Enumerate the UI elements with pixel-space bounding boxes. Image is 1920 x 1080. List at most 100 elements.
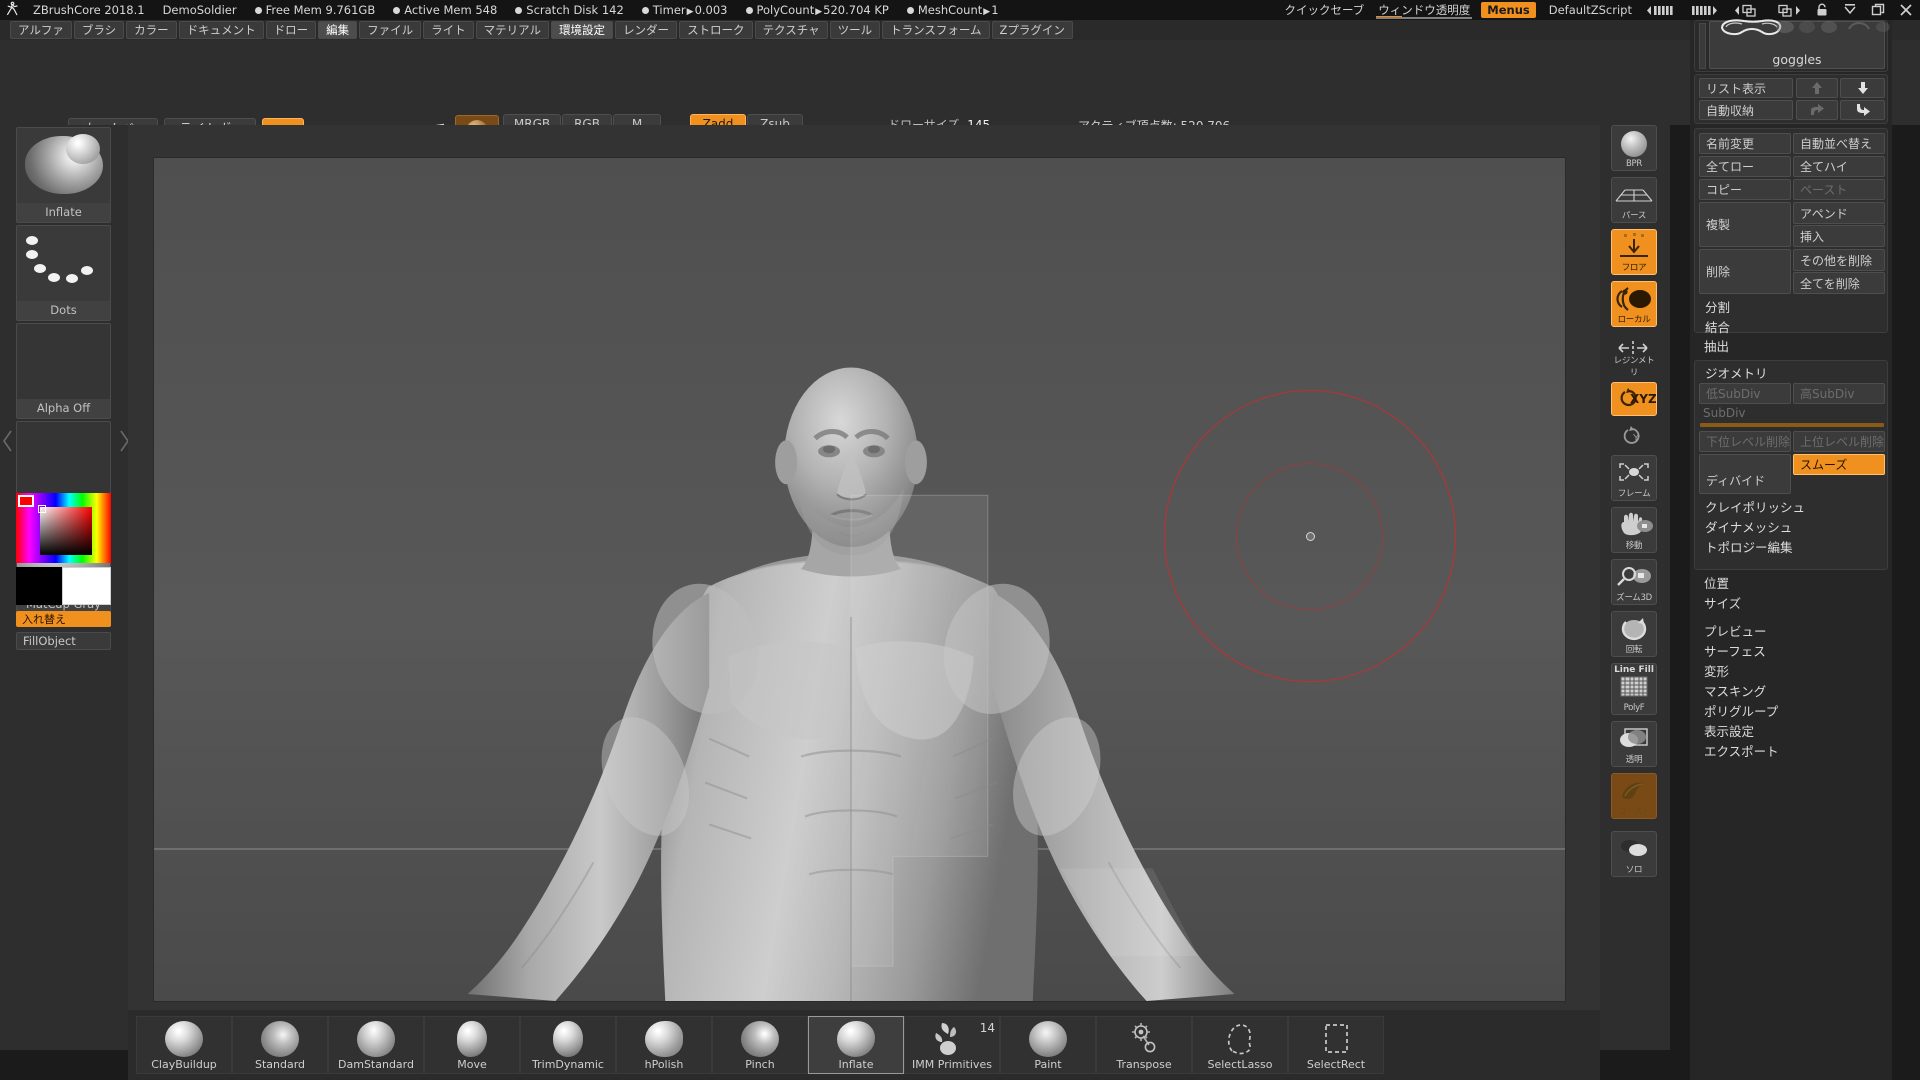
menu-texture[interactable]: テクスチャ — [754, 21, 828, 39]
window-transparency-slider[interactable]: ウィンドウ透明度 — [1372, 2, 1476, 19]
menus-toggle-button[interactable]: Menus — [1481, 2, 1536, 18]
brush-item-damstandard[interactable]: DamStandard — [328, 1016, 424, 1074]
merge-item[interactable]: 結合 — [1695, 316, 1887, 336]
edit-topology-item[interactable]: トポロジー編集 — [1695, 536, 1887, 556]
transparency-button[interactable]: 透明 — [1611, 721, 1657, 767]
surface-item[interactable]: サーフェス — [1694, 640, 1888, 660]
brush-item-paint[interactable]: Paint — [1000, 1016, 1096, 1074]
floor-grid-button[interactable]: フロア — [1611, 229, 1657, 275]
tertiary-color-swatch[interactable] — [62, 567, 111, 605]
brush-item-inflate[interactable]: Inflate — [808, 1016, 904, 1074]
list-view-button[interactable]: リスト表示 — [1699, 78, 1793, 98]
menu-zplugin[interactable]: Zプラグイン — [991, 21, 1073, 39]
next-subtool-icon[interactable] — [1768, 4, 1808, 17]
symmetry-button[interactable]: レジンメトリ — [1611, 333, 1657, 379]
menu-file[interactable]: ファイル — [359, 21, 422, 39]
solo-button[interactable]: ソロ — [1611, 831, 1657, 877]
left-tray-expand-arrow[interactable] — [3, 430, 12, 456]
zoom3d-button[interactable]: ズーム3D — [1611, 559, 1657, 605]
swap-colors-button[interactable]: 入れ替え — [16, 611, 111, 627]
brush-item-trimdynamic[interactable]: TrimDynamic — [520, 1016, 616, 1074]
masking-item[interactable]: マスキング — [1694, 680, 1888, 700]
copy-button[interactable]: コピー — [1699, 179, 1791, 200]
smooth-button[interactable]: スムーズ — [1793, 454, 1885, 475]
menu-draw[interactable]: ドロー — [265, 21, 317, 39]
move-up-button[interactable] — [1796, 78, 1838, 98]
delete-all-button[interactable]: 全てを削除 — [1793, 272, 1885, 294]
append-button[interactable]: アペンド — [1793, 202, 1885, 224]
move-down-button[interactable] — [1840, 78, 1885, 98]
color-gradient-area[interactable] — [40, 507, 92, 555]
brush-item-selectlasso[interactable]: SelectLasso — [1192, 1016, 1288, 1074]
auto-reorder-button[interactable]: 自動並べ替え — [1793, 133, 1885, 154]
delete-button[interactable]: 削除 — [1699, 249, 1791, 294]
subtool-scrollbar[interactable] — [1699, 23, 1706, 69]
all-low-button[interactable]: 全てロー — [1699, 156, 1791, 177]
move-out-button[interactable] — [1796, 100, 1838, 120]
deformation-item[interactable]: 変形 — [1694, 660, 1888, 680]
low-subdiv-button[interactable]: 低SubDiv — [1699, 383, 1791, 404]
brush-item-claybuildup[interactable]: ClayBuildup — [136, 1016, 232, 1074]
rotate-view-button[interactable]: 回転 — [1611, 611, 1657, 657]
split-item[interactable]: 分割 — [1695, 296, 1887, 316]
delete-lower-button[interactable]: 下位レベル削除 — [1699, 431, 1791, 452]
quicksave-button[interactable]: クイックセーブ — [1276, 2, 1372, 18]
clay-polish-item[interactable]: クレイポリッシュ — [1695, 496, 1887, 516]
perspective-button[interactable]: パース — [1611, 177, 1657, 223]
color-picker[interactable] — [16, 493, 111, 563]
shelf-left-icon[interactable] — [1640, 5, 1684, 16]
position-item[interactable]: 位置 — [1694, 572, 1888, 592]
menu-color[interactable]: カラー — [126, 21, 177, 39]
zscript-label[interactable]: DefaultZScript — [1541, 3, 1640, 17]
brush-item-selectrect[interactable]: SelectRect — [1288, 1016, 1384, 1074]
local-symmetry-button[interactable]: ローカル — [1611, 281, 1657, 327]
prev-subtool-icon[interactable] — [1728, 4, 1768, 17]
current-brush-button[interactable]: Inflate — [16, 127, 111, 223]
all-high-button[interactable]: 全てハイ — [1793, 156, 1885, 177]
current-alpha-button[interactable]: Alpha Off — [16, 323, 111, 419]
dynamesh-item[interactable]: ダイナメッシュ — [1695, 516, 1887, 536]
high-subdiv-button[interactable]: 高SubDiv — [1793, 383, 1885, 404]
rename-button[interactable]: 名前変更 — [1699, 133, 1791, 154]
move-view-button[interactable]: 移動 — [1611, 507, 1657, 553]
menu-transform[interactable]: トランスフォーム — [882, 21, 990, 39]
ghost-button[interactable]: ゴースト — [1611, 773, 1657, 819]
brush-item-hpolish[interactable]: hPolish — [616, 1016, 712, 1074]
delete-higher-button[interactable]: 上位レベル削除 — [1793, 431, 1885, 452]
document-canvas[interactable] — [153, 157, 1566, 1002]
brush-item-transpose[interactable]: Transpose — [1096, 1016, 1192, 1074]
move-in-button[interactable] — [1840, 100, 1885, 120]
delete-other-button[interactable]: その他を削除 — [1793, 249, 1885, 271]
extract-item[interactable]: 抽出 — [1694, 335, 1888, 355]
menu-light[interactable]: ライト — [423, 21, 474, 39]
frame-button[interactable]: フレーム — [1611, 455, 1657, 501]
menu-tool[interactable]: ツール — [829, 21, 881, 39]
maximize-icon[interactable] — [1864, 3, 1892, 17]
menu-alpha[interactable]: アルファ — [10, 21, 72, 39]
subdiv-slider[interactable] — [1700, 423, 1884, 427]
export-item[interactable]: エクスポート — [1694, 740, 1888, 760]
size-item[interactable]: サイズ — [1694, 592, 1888, 612]
brush-item-move[interactable]: Move — [424, 1016, 520, 1074]
polygroups-item[interactable]: ポリグループ — [1694, 700, 1888, 720]
xyz-axis-button[interactable]: XYZ — [1611, 382, 1657, 416]
menu-material[interactable]: マテリアル — [475, 21, 550, 39]
fill-object-button[interactable]: FillObject — [16, 632, 111, 650]
insert-button[interactable]: 挿入 — [1793, 225, 1885, 247]
duplicate-button[interactable]: 複製 — [1699, 202, 1791, 247]
polyframe-button[interactable]: Line Fill PolyF — [1611, 663, 1657, 715]
menu-document[interactable]: ドキュメント — [178, 21, 264, 39]
menu-stroke[interactable]: ストローク — [679, 21, 753, 39]
paste-button[interactable]: ペースト — [1793, 179, 1885, 200]
current-stroke-button[interactable]: Dots — [16, 225, 111, 321]
brush-item-standard[interactable]: Standard — [232, 1016, 328, 1074]
brush-item-imm-primitives[interactable]: 14 IMM Primitives — [904, 1016, 1000, 1074]
canvas-area[interactable] — [128, 125, 1600, 1010]
shelf-right-icon[interactable] — [1684, 5, 1728, 16]
divide-button[interactable]: ディバイド — [1699, 454, 1791, 494]
secondary-color-swatch[interactable] — [16, 567, 62, 605]
menu-render[interactable]: レンダー — [615, 21, 678, 39]
auto-collapse-button[interactable]: 自動収納 — [1699, 100, 1793, 120]
display-properties-item[interactable]: 表示設定 — [1694, 720, 1888, 740]
menu-preferences[interactable]: 環境設定 — [551, 21, 614, 39]
